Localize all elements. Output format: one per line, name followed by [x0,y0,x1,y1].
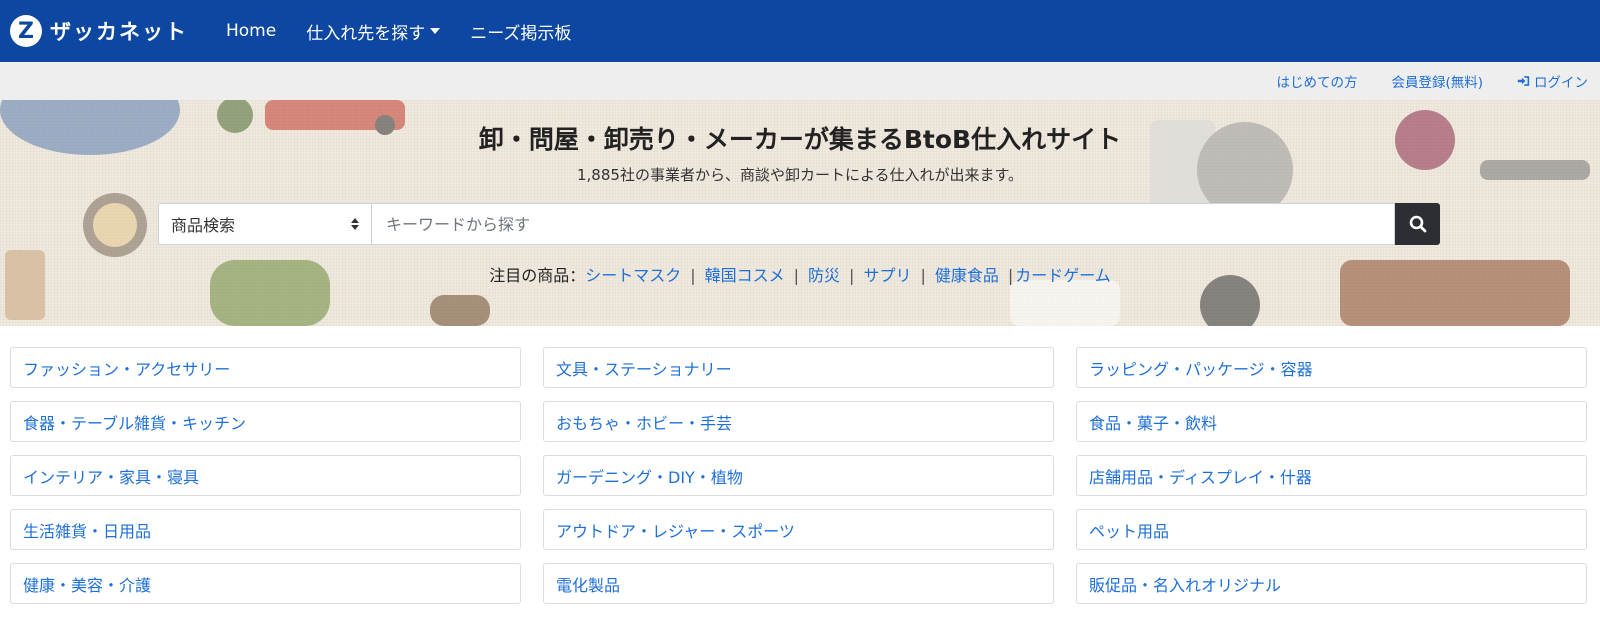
hot-items-row: 注目の商品：シートマスク | 韓国コスメ | 防災 | サプリ | 健康食品 | カードゲーム [0,262,1600,286]
sub-navbar: はじめての方 会員登録(無料) ログイン [0,62,1600,100]
separator: | [690,266,696,285]
separator: | [793,266,800,285]
sign-in-icon [1517,76,1530,86]
hot-item-link[interactable]: 韓国コスメ [705,266,785,285]
brand-logo-icon: Z [10,15,42,47]
category-link[interactable]: アウトドア・レジャー・スポーツ [543,509,1054,550]
first-time-link[interactable]: はじめての方 [1276,71,1357,91]
hero-title: 卸・問屋・卸売り・メーカーが集まるBtoB仕入れサイト [478,125,1122,154]
nav-needs-board[interactable]: ニーズ掲示板 [470,19,571,44]
select-arrows-icon [351,218,359,230]
hot-item-link[interactable]: カードゲーム [1015,266,1111,285]
login-link[interactable]: ログイン [1517,71,1588,91]
hero-banner: 卸・問屋・卸売り・メーカーが集まるBtoB仕入れサイト 1,885社の事業者から… [0,100,1600,326]
hot-item-link[interactable]: 防災 [808,266,840,285]
category-link[interactable]: ガーデニング・DIY・植物 [543,455,1054,496]
hero-subtitle: 1,885社の事業者から、商談や卸カートによる仕入れが出来ます。 [577,166,1023,184]
top-navbar: Z ザッカネット Home 仕入れ先を探す ニーズ掲示板 [0,0,1600,62]
search-bar: 商品検索 [158,203,1440,245]
nav-find-suppliers-label: 仕入れ先を探す [306,23,426,44]
search-type-value: 商品検索 [171,216,236,235]
caret-down-icon [430,28,441,34]
hot-item-link[interactable]: 健康食品 [935,266,999,285]
category-link[interactable]: 食品・菓子・飲料 [1076,401,1587,442]
nav-find-suppliers-dropdown[interactable]: 仕入れ先を探す [306,19,441,44]
category-link[interactable]: ファッション・アクセサリー [10,347,521,388]
nav-home[interactable]: Home [226,21,276,41]
search-icon [1409,215,1426,233]
register-link[interactable]: 会員登録(無料) [1391,71,1483,91]
category-link[interactable]: 健康・美容・介護 [10,563,521,604]
search-button[interactable] [1395,203,1440,245]
category-link[interactable]: 電化製品 [543,563,1054,604]
search-input[interactable] [371,203,1395,245]
category-link[interactable]: ラッピング・パッケージ・容器 [1076,347,1587,388]
brand-logo-link[interactable]: Z ザッカネット [10,15,188,47]
category-link[interactable]: 店舗用品・ディスプレイ・什器 [1076,455,1587,496]
hot-item-link[interactable]: シートマスク [585,266,681,285]
category-link[interactable]: おもちゃ・ホビー・手芸 [543,401,1054,442]
category-link[interactable]: インテリア・家具・寝具 [10,455,521,496]
category-link[interactable]: 生活雑貨・日用品 [10,509,521,550]
category-link[interactable]: 食器・テーブル雑貨・キッチン [10,401,521,442]
brand-name: ザッカネット [50,20,188,44]
hot-item-link[interactable]: サプリ [863,266,911,285]
hot-items-label: 注目の商品： [489,266,586,285]
category-grid: ファッション・アクセサリー 文具・ステーショナリー ラッピング・パッケージ・容器… [0,326,1600,604]
separator: | [920,266,926,285]
category-link[interactable]: 文具・ステーショナリー [543,347,1054,388]
search-type-select[interactable]: 商品検索 [158,203,371,245]
separator: | [1007,266,1014,285]
category-link[interactable]: ペット用品 [1076,509,1587,550]
separator: | [849,266,855,285]
category-link[interactable]: 販促品・名入れオリジナル [1076,563,1587,604]
login-label: ログイン [1534,75,1588,91]
